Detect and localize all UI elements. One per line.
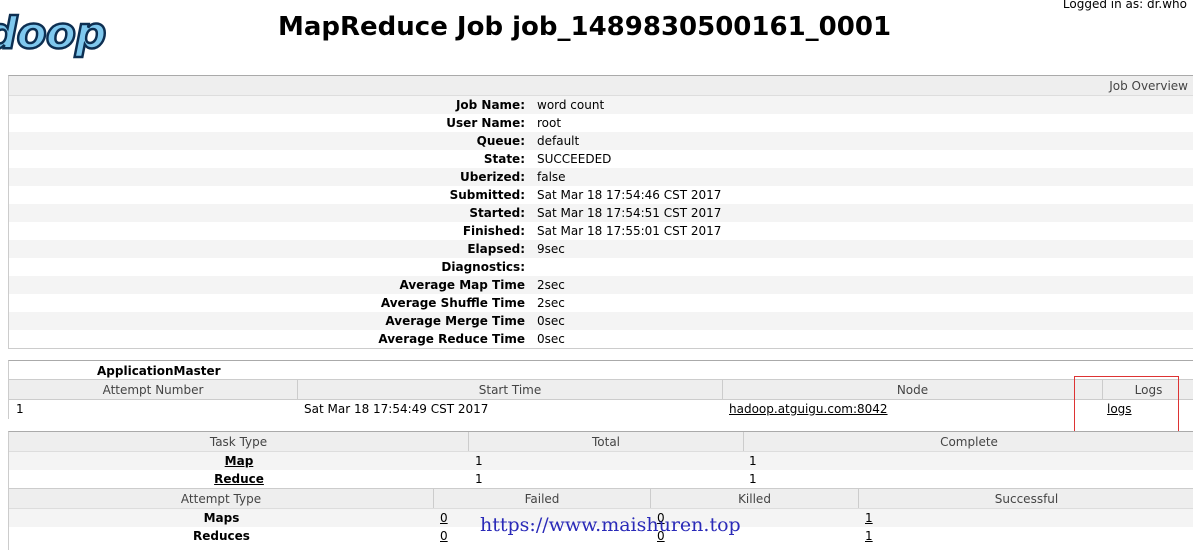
overview-row: State: SUCCEEDED bbox=[9, 150, 1193, 168]
failed-link[interactable]: 0 bbox=[440, 511, 448, 525]
overview-label: Job Name: bbox=[455, 98, 525, 112]
overview-label: Diagnostics: bbox=[441, 260, 525, 274]
task-type-link[interactable]: Map bbox=[225, 454, 254, 468]
task-type-link[interactable]: Reduce bbox=[214, 472, 264, 486]
attempt-start-time: Sat Mar 18 17:54:49 CST 2017 bbox=[304, 402, 489, 416]
overview-label: Average Reduce Time bbox=[378, 332, 525, 346]
overview-label: Average Map Time bbox=[399, 278, 526, 292]
overview-value: Sat Mar 18 17:54:51 CST 2017 bbox=[537, 206, 722, 220]
overview-value: word count bbox=[537, 98, 605, 112]
overview-value: SUCCEEDED bbox=[537, 152, 612, 166]
job-overview-panel: Job Overview Job Name: word count User Nam… bbox=[8, 75, 1193, 349]
overview-label: User Name: bbox=[446, 116, 525, 130]
application-master-header: Attempt Number Start Time Node Logs bbox=[9, 379, 1193, 400]
col-failed[interactable]: Failed bbox=[434, 489, 651, 508]
overview-value: Sat Mar 18 17:55:01 CST 2017 bbox=[537, 224, 722, 238]
overview-row: Average Shuffle Time 2sec bbox=[9, 294, 1193, 312]
attempt-number: 1 bbox=[16, 402, 24, 416]
task-rows: Map 1 1 Reduce 1 1 bbox=[9, 452, 1193, 488]
overview-value: root bbox=[537, 116, 562, 130]
overview-value: 0sec bbox=[537, 332, 565, 346]
overview-row: Elapsed: 9sec bbox=[9, 240, 1193, 258]
failed-link[interactable]: 0 bbox=[440, 529, 448, 543]
attempt-type: Maps bbox=[203, 511, 240, 525]
overview-row: Uberized: false bbox=[9, 168, 1193, 186]
task-row: Map 1 1 bbox=[9, 452, 1193, 470]
overview-value: Sat Mar 18 17:54:46 CST 2017 bbox=[537, 188, 722, 202]
overview-row: User Name: root bbox=[9, 114, 1193, 132]
col-total[interactable]: Total bbox=[469, 432, 744, 451]
task-row: Reduce 1 1 bbox=[9, 470, 1193, 488]
overview-label: Uberized: bbox=[459, 170, 525, 184]
col-task-type[interactable]: Task Type bbox=[9, 432, 469, 451]
tasks-header: Task Type Total Complete bbox=[9, 432, 1193, 452]
overview-value: default bbox=[537, 134, 580, 148]
task-type-cell: Reduce bbox=[9, 470, 469, 488]
overview-label: Finished: bbox=[462, 224, 525, 238]
overview-label: Average Shuffle Time bbox=[380, 296, 525, 310]
overview-label: Elapsed: bbox=[467, 242, 525, 256]
task-complete: 1 bbox=[749, 472, 757, 486]
overview-value: 9sec bbox=[537, 242, 565, 256]
overview-row: Queue: default bbox=[9, 132, 1193, 150]
attempts-header: Attempt Type Failed Killed Successful bbox=[9, 488, 1193, 509]
overview-value: 0sec bbox=[537, 314, 565, 328]
overview-row: Diagnostics: bbox=[9, 258, 1193, 276]
col-killed[interactable]: Killed bbox=[651, 489, 859, 508]
overview-row: Job Name: word count bbox=[9, 96, 1193, 114]
overview-row: Finished: Sat Mar 18 17:55:01 CST 2017 bbox=[9, 222, 1193, 240]
overview-label: Started: bbox=[469, 206, 525, 220]
successful-cell: 1 bbox=[859, 509, 1193, 527]
overview-row: Submitted: Sat Mar 18 17:54:46 CST 2017 bbox=[9, 186, 1193, 204]
task-total: 1 bbox=[475, 472, 483, 486]
successful-cell: 1 bbox=[859, 527, 1193, 545]
job-overview-heading: Job Overview bbox=[9, 76, 1193, 96]
overview-label: Queue: bbox=[476, 134, 525, 148]
application-master-caption: ApplicationMaster bbox=[97, 364, 221, 378]
col-start-time[interactable]: Start Time bbox=[298, 380, 723, 399]
node-link[interactable]: hadoop.atguigu.com:8042 bbox=[729, 402, 888, 416]
job-overview-rows: Job Name: word count User Name: root Queue: d… bbox=[9, 96, 1193, 348]
overview-row: Started: Sat Mar 18 17:54:51 CST 2017 bbox=[9, 204, 1193, 222]
attempt-type: Reduces bbox=[193, 529, 250, 543]
overview-value bbox=[525, 258, 537, 276]
application-master-row: 1 Sat Mar 18 17:54:49 CST 2017 hadoop.at… bbox=[9, 400, 1193, 419]
task-total: 1 bbox=[475, 454, 483, 468]
overview-value: 2sec bbox=[537, 278, 565, 292]
overview-label: State: bbox=[483, 152, 525, 166]
overview-label: Average Merge Time bbox=[385, 314, 525, 328]
overview-value: 2sec bbox=[537, 296, 565, 310]
successful-link[interactable]: 1 bbox=[865, 529, 873, 543]
logs-highlight-box bbox=[1074, 376, 1179, 435]
overview-row: Average Reduce Time 0sec bbox=[9, 330, 1193, 348]
overview-value: false bbox=[537, 170, 566, 184]
task-type-cell: Map bbox=[9, 452, 469, 470]
hadoop-logo[interactable]: doop bbox=[0, 7, 108, 61]
watermark-url: https://www.maishuren.top bbox=[480, 514, 741, 536]
col-node[interactable]: Node bbox=[723, 380, 1103, 399]
overview-row: Average Merge Time 0sec bbox=[9, 312, 1193, 330]
successful-link[interactable]: 1 bbox=[865, 511, 873, 525]
col-successful[interactable]: Successful bbox=[859, 489, 1193, 508]
col-attempt-type[interactable]: Attempt Type bbox=[9, 489, 434, 508]
logged-in-status: Logged in as: dr.who bbox=[1062, 0, 1187, 11]
col-complete[interactable]: Complete bbox=[744, 432, 1193, 451]
task-complete: 1 bbox=[749, 454, 757, 468]
overview-row: Average Map Time 2sec bbox=[9, 276, 1193, 294]
overview-label: Submitted: bbox=[449, 188, 525, 202]
page-title: MapReduce Job job_1489830500161_0001 bbox=[278, 12, 892, 42]
application-master-panel: ApplicationMaster Attempt Number Start T… bbox=[8, 360, 1193, 419]
col-attempt-number[interactable]: Attempt Number bbox=[9, 380, 298, 399]
